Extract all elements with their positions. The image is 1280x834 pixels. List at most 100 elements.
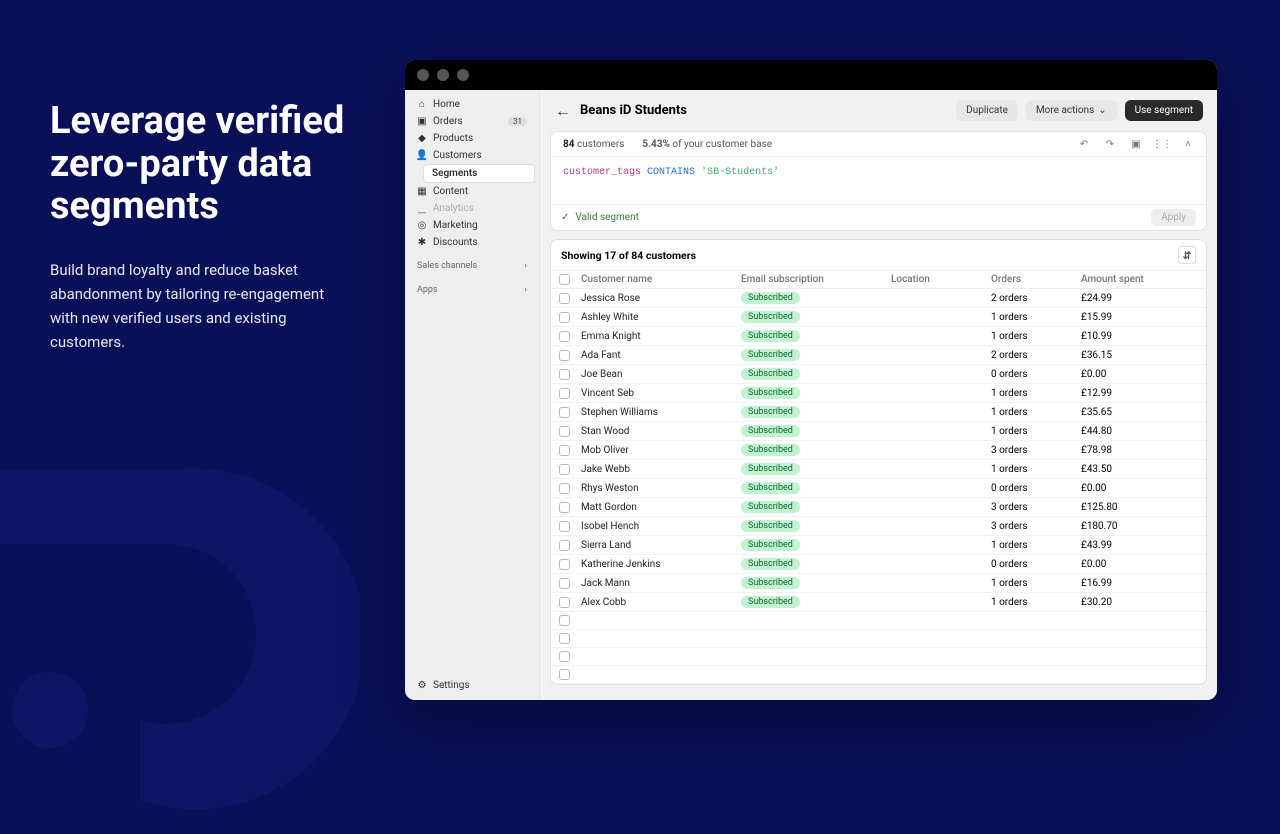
row-checkbox[interactable] xyxy=(559,597,570,608)
row-checkbox[interactable] xyxy=(559,312,570,323)
query-editor[interactable]: customer_tags CONTAINS 'SB-Students' xyxy=(551,157,1206,204)
table-row[interactable]: Stephen WilliamsSubscribed1 orders£35.65 xyxy=(551,403,1206,422)
filter-icon[interactable]: ⋮⋮ xyxy=(1156,138,1168,150)
table-row[interactable]: Alex CobbSubscribed1 orders£30.20 xyxy=(551,593,1206,612)
duplicate-button[interactable]: Duplicate xyxy=(956,100,1018,121)
nav-settings[interactable]: ⚙ Settings xyxy=(409,677,535,694)
row-checkbox[interactable] xyxy=(559,521,570,532)
nav-sales-channels[interactable]: Sales channels › xyxy=(409,257,535,275)
col-amount: Amount spent xyxy=(1081,274,1191,285)
cell-amount: £15.99 xyxy=(1081,312,1191,323)
row-checkbox[interactable] xyxy=(559,483,570,494)
cell-amount: £44.80 xyxy=(1081,426,1191,437)
traffic-light-close[interactable] xyxy=(417,69,429,81)
select-all-checkbox[interactable] xyxy=(559,274,570,285)
traffic-light-minimize[interactable] xyxy=(437,69,449,81)
cell-orders: 1 orders xyxy=(991,388,1081,399)
back-button[interactable]: ← xyxy=(554,102,572,120)
table-row[interactable]: Mob OliverSubscribed3 orders£78.98 xyxy=(551,441,1206,460)
nav-analytics[interactable]: ▁ Analytics xyxy=(409,200,535,217)
valid-segment-label: Valid segment xyxy=(575,212,639,223)
nav-segments[interactable]: Segments xyxy=(423,164,535,183)
cell-email: Subscribed xyxy=(741,425,891,437)
table-row[interactable]: Katherine JenkinsSubscribed0 orders£0.00 xyxy=(551,555,1206,574)
table-row[interactable]: Jack MannSubscribed1 orders£16.99 xyxy=(551,574,1206,593)
customer-pct: 5.43% of your customer base xyxy=(642,139,772,150)
subscribed-badge: Subscribed xyxy=(741,387,800,399)
cell-orders: 3 orders xyxy=(991,521,1081,532)
cell-amount: £125.80 xyxy=(1081,502,1191,513)
cell-amount: £0.00 xyxy=(1081,483,1191,494)
row-checkbox[interactable] xyxy=(559,502,570,513)
cell-name: Stephen Williams xyxy=(581,407,741,418)
row-checkbox[interactable] xyxy=(559,331,570,342)
cell-orders: 1 orders xyxy=(991,331,1081,342)
nav-home-label: Home xyxy=(433,99,460,110)
table-row[interactable]: Joe BeanSubscribed0 orders£0.00 xyxy=(551,365,1206,384)
table-row[interactable]: Matt GordonSubscribed3 orders£125.80 xyxy=(551,498,1206,517)
row-checkbox[interactable] xyxy=(559,651,570,662)
row-checkbox[interactable] xyxy=(559,369,570,380)
row-checkbox[interactable] xyxy=(559,669,570,680)
table-row[interactable]: Jessica RoseSubscribed2 orders£24.99 xyxy=(551,289,1206,308)
target-icon: ◎ xyxy=(417,221,427,231)
row-checkbox[interactable] xyxy=(559,407,570,418)
row-checkbox[interactable] xyxy=(559,293,570,304)
hero-heading: Leverage verified zero-party data segmen… xyxy=(50,100,350,228)
apply-button[interactable]: Apply xyxy=(1151,209,1196,226)
table-row[interactable]: Isobel HenchSubscribed3 orders£180.70 xyxy=(551,517,1206,536)
nav-apps-label: Apps xyxy=(417,285,438,295)
table-row[interactable]: Ashley WhiteSubscribed1 orders£15.99 xyxy=(551,308,1206,327)
brand-decor xyxy=(0,410,360,830)
redo-icon[interactable]: ↷ xyxy=(1104,138,1116,150)
cell-orders: 1 orders xyxy=(991,540,1081,551)
nav-discounts[interactable]: ✱ Discounts xyxy=(409,234,535,251)
table-row-empty xyxy=(551,666,1206,684)
nav-products[interactable]: ◆ Products xyxy=(409,130,535,147)
cell-orders: 1 orders xyxy=(991,597,1081,608)
nav-apps[interactable]: Apps › xyxy=(409,281,535,299)
row-checkbox[interactable] xyxy=(559,464,570,475)
chevron-right-icon: › xyxy=(524,261,527,271)
row-checkbox[interactable] xyxy=(559,559,570,570)
nav-orders[interactable]: ▣ Orders 31 xyxy=(409,113,535,130)
table-row[interactable]: Stan WoodSubscribed1 orders£44.80 xyxy=(551,422,1206,441)
row-checkbox[interactable] xyxy=(559,445,570,456)
more-actions-button[interactable]: More actions ⌄ xyxy=(1026,100,1117,121)
sort-button[interactable]: ⇵ xyxy=(1178,246,1196,264)
row-checkbox[interactable] xyxy=(559,426,570,437)
customers-table: Showing 17 of 84 customers ⇵ Customer na… xyxy=(550,239,1207,685)
more-actions-label: More actions xyxy=(1036,105,1094,116)
cell-orders: 1 orders xyxy=(991,464,1081,475)
nav-home[interactable]: ⌂ Home xyxy=(409,96,535,113)
nav-customers[interactable]: 👤 Customers xyxy=(409,147,535,164)
traffic-light-zoom[interactable] xyxy=(457,69,469,81)
collapse-icon[interactable]: ˄ xyxy=(1182,138,1194,150)
table-row[interactable]: Rhys WestonSubscribed0 orders£0.00 xyxy=(551,479,1206,498)
table-row[interactable]: Ada FantSubscribed2 orders£36.15 xyxy=(551,346,1206,365)
row-checkbox[interactable] xyxy=(559,578,570,589)
col-name: Customer name xyxy=(581,274,741,285)
table-row[interactable]: Vincent SebSubscribed1 orders£12.99 xyxy=(551,384,1206,403)
row-checkbox[interactable] xyxy=(559,633,570,644)
cell-orders: 3 orders xyxy=(991,445,1081,456)
table-row[interactable]: Jake WebbSubscribed1 orders£43.50 xyxy=(551,460,1206,479)
row-checkbox[interactable] xyxy=(559,540,570,551)
table-row[interactable]: Sierra LandSubscribed1 orders£43.99 xyxy=(551,536,1206,555)
nav-marketing[interactable]: ◎ Marketing xyxy=(409,217,535,234)
subscribed-badge: Subscribed xyxy=(741,520,800,532)
cell-email: Subscribed xyxy=(741,520,891,532)
nav-content[interactable]: ▦ Content xyxy=(409,183,535,200)
row-checkbox[interactable] xyxy=(559,615,570,626)
cell-amount: £0.00 xyxy=(1081,369,1191,380)
row-checkbox[interactable] xyxy=(559,350,570,361)
use-segment-button[interactable]: Use segment xyxy=(1125,100,1203,121)
table-row[interactable]: Emma KnightSubscribed1 orders£10.99 xyxy=(551,327,1206,346)
subscribed-badge: Subscribed xyxy=(741,349,800,361)
orders-icon: ▣ xyxy=(417,117,427,127)
row-checkbox[interactable] xyxy=(559,388,570,399)
undo-icon[interactable]: ↶ xyxy=(1078,138,1090,150)
cell-name: Ashley White xyxy=(581,312,741,323)
save-icon[interactable]: ▣ xyxy=(1130,138,1142,150)
cell-orders: 3 orders xyxy=(991,502,1081,513)
